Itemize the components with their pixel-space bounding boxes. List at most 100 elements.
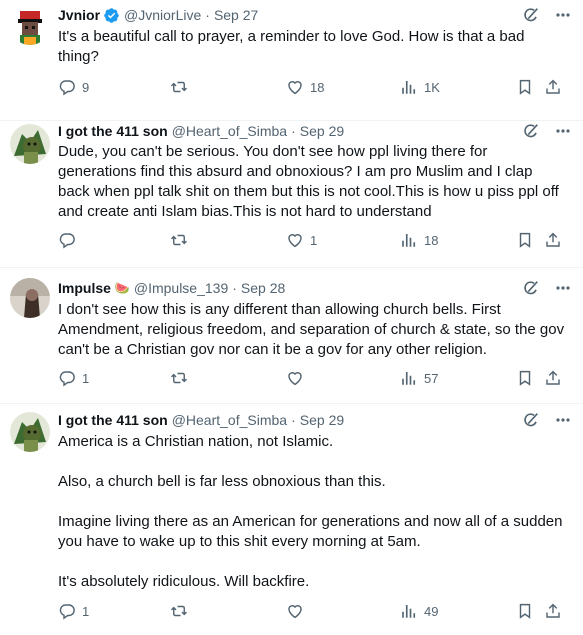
- reply-count: 1: [82, 370, 90, 386]
- grok-icon[interactable]: [519, 5, 543, 25]
- like-icon: [288, 81, 302, 95]
- separator: ·: [205, 7, 210, 23]
- action-bar: 1 57: [58, 369, 563, 389]
- tweet-paragraph: I don't see how this is any different th…: [58, 301, 565, 358]
- tweet-paragraph: It's absolutely ridiculous. Will backfir…: [58, 573, 310, 590]
- views-count: 49: [424, 603, 439, 619]
- action-bar: 1 18: [58, 231, 563, 251]
- views-button[interactable]: 49: [400, 602, 438, 620]
- views-icon: [402, 81, 416, 94]
- views-button[interactable]: 1K: [400, 78, 440, 96]
- share-button[interactable]: [544, 602, 562, 620]
- share-icon: [546, 603, 560, 618]
- reply-icon: [59, 80, 75, 96]
- views-icon: [402, 605, 416, 618]
- more-icon[interactable]: [551, 5, 575, 25]
- like-button[interactable]: 1: [286, 231, 317, 249]
- views-icon: [402, 234, 416, 247]
- avatar[interactable]: [10, 5, 50, 45]
- tweet-text: I don't see how this is any different th…: [58, 300, 565, 360]
- retweet-button[interactable]: [170, 78, 194, 96]
- reply-count: 9: [82, 79, 90, 95]
- handle[interactable]: @Impulse_139: [134, 278, 228, 298]
- tweet[interactable]: I got the 411 son @Heart_of_Simba · Sep …: [0, 404, 583, 635]
- like-button[interactable]: [286, 369, 310, 387]
- tweet[interactable]: Jvnior @JvniorLive · Sep 27 It's a beaut…: [0, 0, 583, 121]
- display-name[interactable]: Jvnior: [58, 5, 100, 25]
- avatar[interactable]: [10, 124, 50, 164]
- views-button[interactable]: 18: [400, 231, 438, 249]
- bookmark-button[interactable]: [516, 78, 534, 96]
- reply-button[interactable]: [58, 231, 82, 249]
- reply-button[interactable]: 1: [58, 602, 89, 620]
- bookmark-button[interactable]: [516, 369, 534, 387]
- like-button[interactable]: [286, 602, 310, 620]
- tweet-header: I got the 411 son @Heart_of_Simba · Sep …: [58, 410, 575, 430]
- like-button[interactable]: 18: [286, 78, 324, 96]
- reply-button[interactable]: 9: [58, 78, 89, 96]
- grok-icon[interactable]: [519, 121, 543, 141]
- retweet-icon: [170, 372, 188, 384]
- retweet-icon: [170, 81, 188, 93]
- bookmark-button[interactable]: [516, 602, 534, 620]
- tweet-paragraph: Also, a church bell is far less obnoxiou…: [58, 473, 386, 490]
- more-icon[interactable]: [551, 278, 575, 298]
- display-name[interactable]: I got the 411 son: [58, 410, 168, 430]
- handle[interactable]: @Heart_of_Simba: [172, 121, 287, 141]
- retweet-button[interactable]: [170, 369, 194, 387]
- share-icon: [546, 370, 560, 385]
- timestamp[interactable]: Sep 29: [300, 121, 344, 141]
- action-bar: 1 49: [58, 602, 563, 622]
- tweet-paragraph: Dude, you can't be serious. You don't se…: [58, 143, 559, 220]
- like-count: 1: [310, 232, 318, 248]
- bookmark-button[interactable]: [516, 231, 534, 249]
- handle[interactable]: @Heart_of_Simba: [172, 410, 287, 430]
- retweet-icon: [170, 605, 188, 617]
- tweet-header: Jvnior @JvniorLive · Sep 27: [58, 5, 575, 25]
- share-button[interactable]: [544, 369, 562, 387]
- separator: ·: [232, 280, 237, 296]
- more-icon[interactable]: [551, 121, 575, 141]
- tweet-text: Dude, you can't be serious. You don't se…: [58, 142, 565, 222]
- retweet-icon: [170, 234, 188, 246]
- handle[interactable]: @JvniorLive: [124, 5, 201, 25]
- reply-button[interactable]: 1: [58, 369, 89, 387]
- share-button[interactable]: [544, 78, 562, 96]
- tweet-text: It's a beautiful call to prayer, a remin…: [58, 27, 565, 67]
- display-name[interactable]: I got the 411 son: [58, 121, 168, 141]
- tweet[interactable]: Impulse 🍉 @Impulse_139 · Sep 28 I don't …: [0, 268, 583, 404]
- avatar[interactable]: [10, 412, 50, 452]
- grok-icon[interactable]: [519, 410, 543, 430]
- tweet-paragraph: It's a beautiful call to prayer, a remin…: [58, 28, 525, 65]
- grok-icon[interactable]: [519, 278, 543, 298]
- display-name[interactable]: Impulse: [58, 278, 111, 298]
- reply-icon: [59, 371, 75, 387]
- separator: ·: [291, 123, 296, 139]
- tweet-header: Impulse 🍉 @Impulse_139 · Sep 28: [58, 278, 575, 298]
- tweet[interactable]: I got the 411 son @Heart_of_Simba · Sep …: [0, 121, 583, 268]
- more-icon[interactable]: [551, 410, 575, 430]
- like-count: 18: [310, 79, 325, 95]
- like-icon: [288, 234, 302, 248]
- tweet-paragraph: America is a Christian nation, not Islam…: [58, 433, 334, 450]
- avatar[interactable]: [10, 278, 50, 318]
- views-button[interactable]: 57: [400, 369, 438, 387]
- share-button[interactable]: [544, 231, 562, 249]
- bookmark-icon: [519, 232, 531, 248]
- retweet-button[interactable]: [170, 602, 194, 620]
- timestamp[interactable]: Sep 29: [300, 410, 344, 430]
- verified-badge-icon: [103, 7, 120, 24]
- tweet-text: America is a Christian nation, not Islam…: [58, 432, 565, 592]
- reply-icon: [59, 233, 75, 249]
- watermelon-icon: 🍉: [114, 281, 130, 295]
- views-count: 18: [424, 232, 439, 248]
- timestamp[interactable]: Sep 28: [241, 278, 285, 298]
- timestamp[interactable]: Sep 27: [214, 5, 258, 25]
- share-icon: [546, 79, 560, 94]
- bookmark-icon: [519, 370, 531, 386]
- tweet-paragraph: Imagine living there as an American for …: [58, 513, 563, 550]
- action-bar: 9 18 1K: [58, 78, 563, 98]
- bookmark-icon: [519, 79, 531, 95]
- retweet-button[interactable]: [170, 231, 194, 249]
- views-icon: [402, 372, 416, 385]
